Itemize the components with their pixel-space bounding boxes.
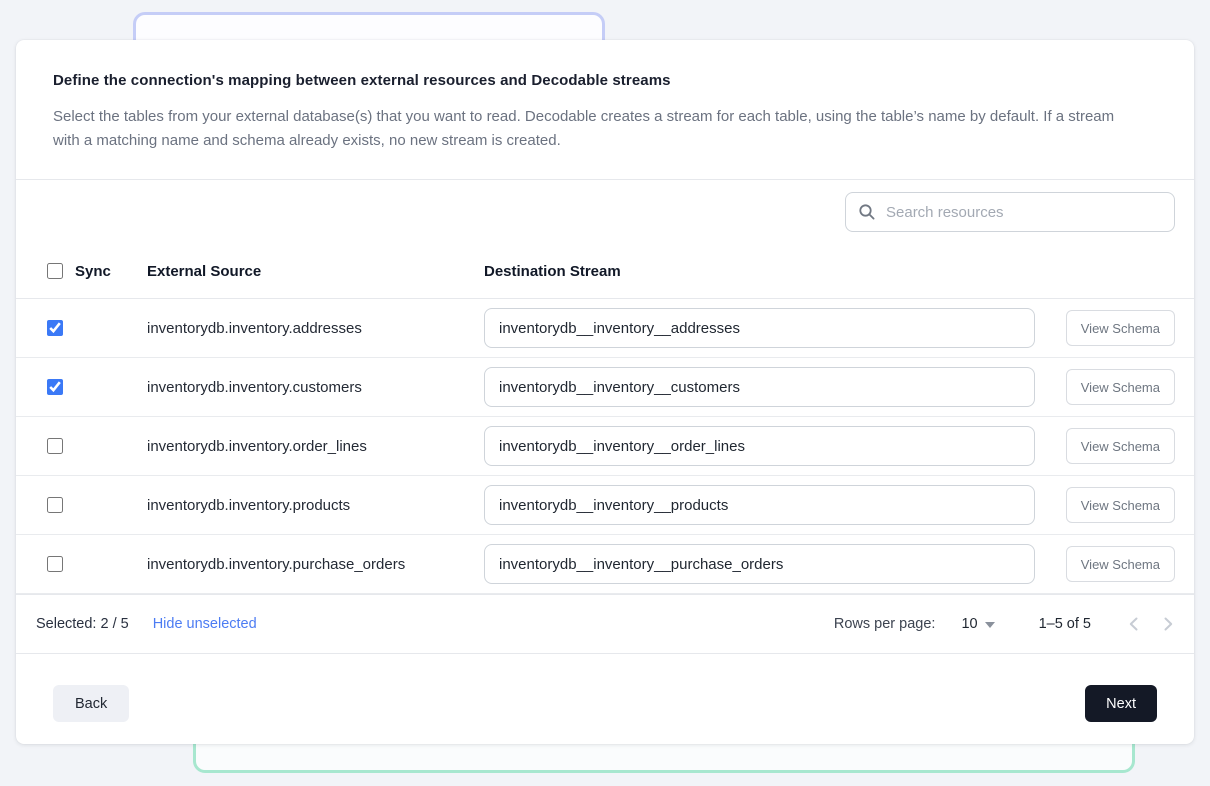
connection-mapping-dialog: Define the connection's mapping between … bbox=[16, 40, 1194, 744]
sync-checkbox[interactable] bbox=[47, 556, 63, 572]
table-row: inventorydb.inventory.customers View Sch… bbox=[16, 358, 1194, 417]
view-schema-button[interactable]: View Schema bbox=[1066, 428, 1175, 464]
external-source-label: inventorydb.inventory.products bbox=[147, 497, 484, 514]
external-source-label: inventorydb.inventory.addresses bbox=[147, 320, 484, 337]
dialog-subtitle: Select the tables from your external dat… bbox=[53, 105, 1133, 153]
chevron-down-icon bbox=[985, 622, 995, 628]
back-button[interactable]: Back bbox=[53, 685, 129, 722]
external-source-label: inventorydb.inventory.customers bbox=[147, 379, 484, 396]
hide-unselected-link[interactable]: Hide unselected bbox=[153, 616, 257, 632]
column-header-destination-stream: Destination Stream bbox=[484, 263, 1053, 280]
dialog-header: Define the connection's mapping between … bbox=[16, 40, 1194, 179]
destination-stream-input[interactable] bbox=[484, 308, 1035, 348]
next-button[interactable]: Next bbox=[1085, 685, 1157, 722]
sync-checkbox[interactable] bbox=[47, 320, 63, 336]
search-row bbox=[16, 180, 1194, 244]
chevron-right-icon bbox=[1164, 617, 1173, 631]
rows-per-page-label: Rows per page: bbox=[834, 616, 936, 632]
dialog-title: Define the connection's mapping between … bbox=[53, 72, 1138, 89]
destination-stream-input[interactable] bbox=[484, 367, 1035, 407]
view-schema-button[interactable]: View Schema bbox=[1066, 310, 1175, 346]
column-header-external-source: External Source bbox=[147, 263, 484, 280]
sync-checkbox[interactable] bbox=[47, 379, 63, 395]
select-all-checkbox[interactable] bbox=[47, 263, 63, 279]
table-row: inventorydb.inventory.purchase_orders Vi… bbox=[16, 535, 1194, 594]
chevron-left-icon bbox=[1129, 617, 1138, 631]
page-range-text: 1–5 of 5 bbox=[1039, 616, 1091, 632]
table-row: inventorydb.inventory.products View Sche… bbox=[16, 476, 1194, 535]
search-icon bbox=[858, 203, 876, 221]
view-schema-button[interactable]: View Schema bbox=[1066, 546, 1175, 582]
search-input[interactable] bbox=[886, 204, 1162, 221]
sync-checkbox[interactable] bbox=[47, 438, 63, 454]
rows-per-page-select[interactable]: 10 bbox=[961, 616, 994, 632]
view-schema-button[interactable]: View Schema bbox=[1066, 487, 1175, 523]
search-box[interactable] bbox=[845, 192, 1175, 232]
destination-stream-input[interactable] bbox=[484, 485, 1035, 525]
dialog-actions: Back Next bbox=[16, 654, 1194, 744]
selected-count: Selected: 2 / 5 bbox=[36, 616, 129, 632]
destination-stream-input[interactable] bbox=[484, 544, 1035, 584]
external-source-label: inventorydb.inventory.order_lines bbox=[147, 438, 484, 455]
destination-stream-input[interactable] bbox=[484, 426, 1035, 466]
table-row: inventorydb.inventory.order_lines View S… bbox=[16, 417, 1194, 476]
external-source-label: inventorydb.inventory.purchase_orders bbox=[147, 556, 484, 573]
pagination-bar: Selected: 2 / 5 Hide unselected Rows per… bbox=[16, 594, 1194, 654]
next-page-button[interactable] bbox=[1162, 615, 1175, 633]
rows-per-page-value: 10 bbox=[961, 616, 977, 632]
sync-checkbox[interactable] bbox=[47, 497, 63, 513]
view-schema-button[interactable]: View Schema bbox=[1066, 369, 1175, 405]
table-header-row: Sync External Source Destination Stream bbox=[16, 244, 1194, 299]
column-header-sync: Sync bbox=[75, 263, 111, 280]
previous-page-button[interactable] bbox=[1127, 615, 1140, 633]
table-row: inventorydb.inventory.addresses View Sch… bbox=[16, 299, 1194, 358]
